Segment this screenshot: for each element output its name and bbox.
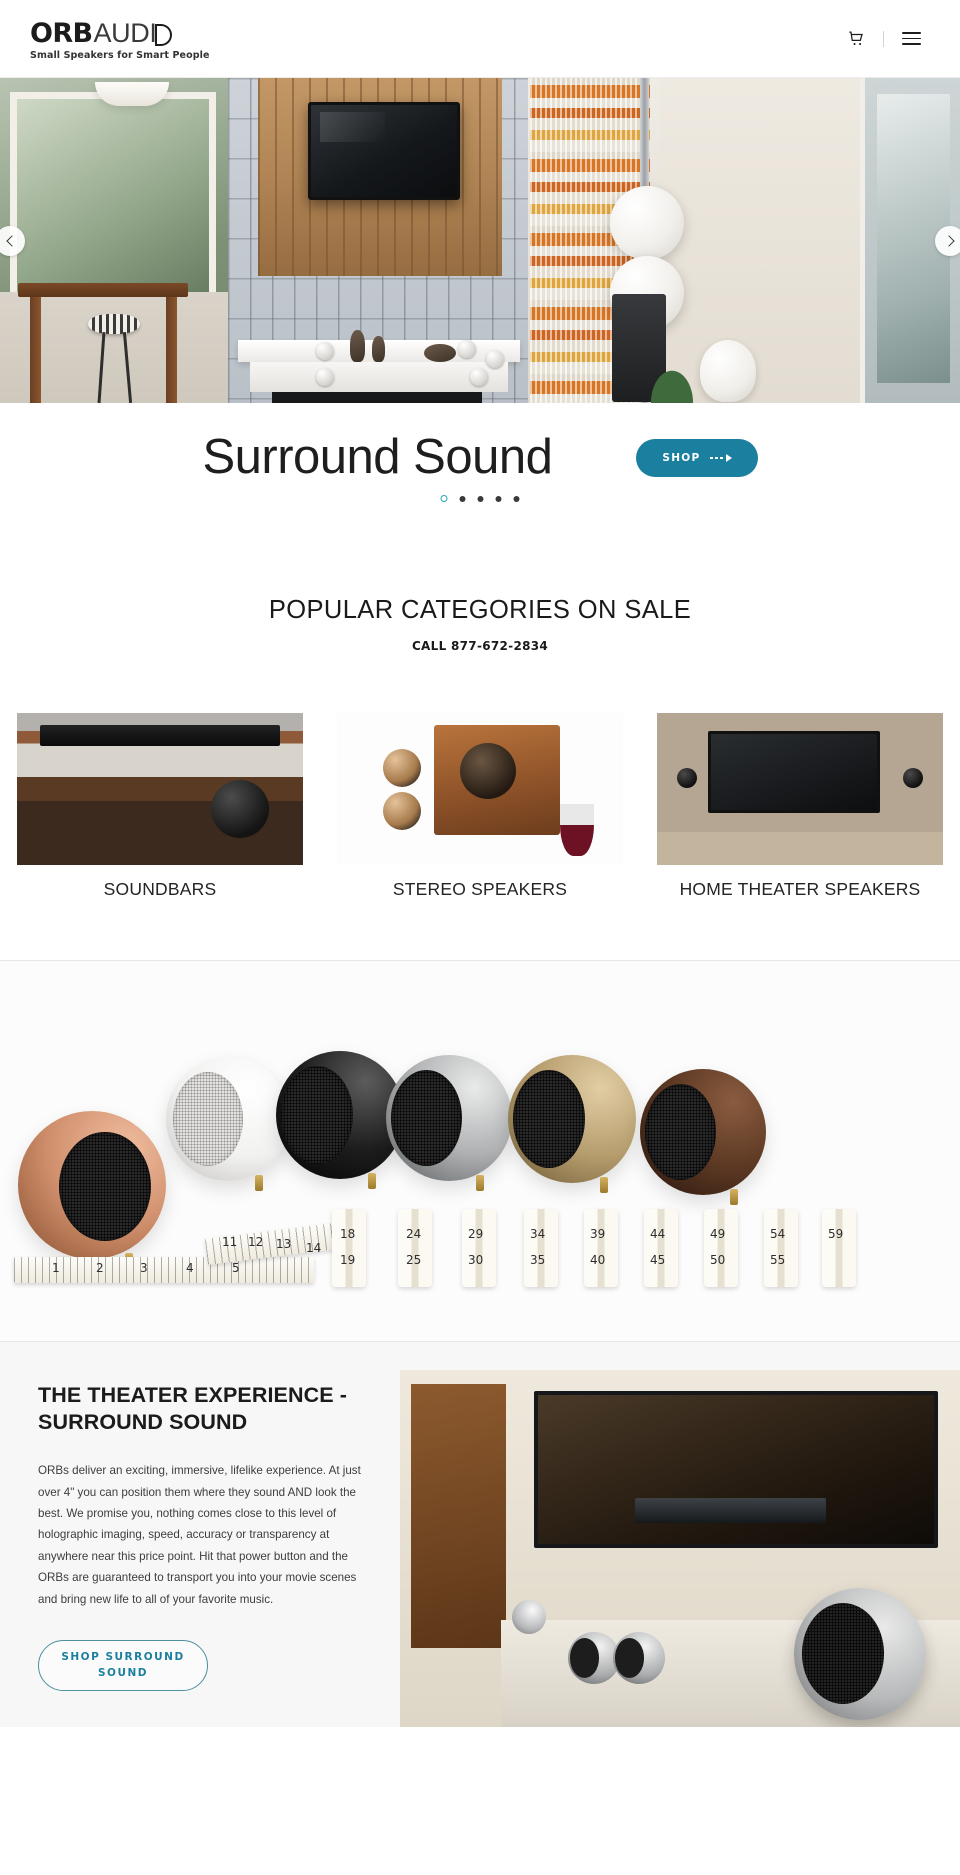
- carousel-dots: [440, 495, 520, 502]
- orb-brown: [640, 1069, 766, 1205]
- theater-heading: THE THEATER EXPERIENCE - SURROUND SOUND: [38, 1383, 348, 1435]
- shop-surround-sound-button[interactable]: SHOP SURROUND SOUND: [38, 1640, 208, 1691]
- carousel-dot-5[interactable]: [513, 495, 520, 502]
- tape-measure: 1 2 3 4 5 11 12 13 14 18 19 24 25 29 30 …: [10, 1209, 950, 1305]
- category-image-stereo-speakers: [337, 713, 623, 865]
- hamburger-menu-icon: [901, 32, 921, 45]
- orb-steel: [386, 1055, 512, 1191]
- category-label-soundbars: SOUNDBARS: [103, 879, 217, 899]
- logo-audio-text: AUDI: [93, 18, 157, 48]
- category-label-home-theater-speakers: HOME THEATER SPEAKERS: [679, 879, 921, 899]
- hero-shop-button[interactable]: SHOP: [636, 438, 758, 477]
- hero-title: Surround Sound: [202, 430, 553, 484]
- categories-title: POPULAR CATEGORIES ON SALE: [268, 596, 692, 624]
- orb-white: [166, 1057, 290, 1191]
- carousel-dot-1[interactable]: [440, 495, 448, 502]
- category-card-stereo-speakers[interactable]: STEREO SPEAKERS: [337, 713, 623, 900]
- hero-carousel: [0, 78, 960, 403]
- logo-o-mark-icon: [155, 23, 173, 46]
- orb-black-gloss: [276, 1051, 404, 1189]
- theater-body-text: ORBs deliver an exciting, immersive, lif…: [38, 1464, 361, 1606]
- category-image-soundbars: [17, 713, 303, 865]
- logo-tagline: Small Speakers for Smart People: [30, 50, 210, 61]
- category-image-home-theater-speakers: [657, 713, 943, 865]
- theater-image: [400, 1370, 960, 1727]
- theater-copy: THE THEATER EXPERIENCE - SURROUND SOUND …: [0, 1342, 400, 1727]
- hero-caption: Surround Sound SHOP: [0, 403, 960, 518]
- hero-shop-label: SHOP: [662, 451, 701, 464]
- carousel-dot-3[interactable]: [477, 495, 484, 502]
- logo-orb-text: ORB: [30, 18, 93, 49]
- popular-categories-section: POPULAR CATEGORIES ON SALE CALL 877-672-…: [0, 518, 960, 960]
- carousel-dot-4[interactable]: [495, 495, 502, 502]
- cart-button[interactable]: [835, 18, 877, 60]
- chevron-left-icon: [5, 234, 18, 247]
- categories-grid: SOUNDBARS STEREO SPEAKERS HOME THEATER S…: [0, 713, 960, 900]
- hero-slide-image: [0, 78, 960, 403]
- menu-button[interactable]: [890, 18, 932, 60]
- site-logo[interactable]: ORB AUDI Small Speakers for Smart People: [30, 16, 210, 62]
- site-header: ORB AUDI Small Speakers for Smart People: [0, 0, 960, 78]
- header-divider: [883, 30, 884, 47]
- orb-bronze: [508, 1055, 636, 1193]
- orb-lineup-image: 1 2 3 4 5 11 12 13 14 18 19 24 25 29 30 …: [0, 961, 960, 1341]
- category-label-stereo-speakers: STEREO SPEAKERS: [392, 879, 568, 899]
- arrow-right-icon: [709, 453, 732, 462]
- carousel-next-button[interactable]: [935, 225, 960, 256]
- shopping-cart-icon: [848, 31, 863, 46]
- theater-experience-section: THE THEATER EXPERIENCE - SURROUND SOUND …: [0, 1342, 960, 1727]
- categories-phone: CALL 877-672-2834: [411, 639, 549, 653]
- chevron-right-icon: [942, 234, 955, 247]
- category-card-soundbars[interactable]: SOUNDBARS: [17, 713, 303, 900]
- logo-wordmark: ORB AUDI: [30, 20, 210, 47]
- carousel-dot-2[interactable]: [459, 495, 466, 502]
- category-card-home-theater-speakers[interactable]: HOME THEATER SPEAKERS: [657, 713, 943, 900]
- page-root: ORB AUDI Small Speakers for Smart People: [0, 0, 960, 1727]
- header-actions: [835, 18, 932, 60]
